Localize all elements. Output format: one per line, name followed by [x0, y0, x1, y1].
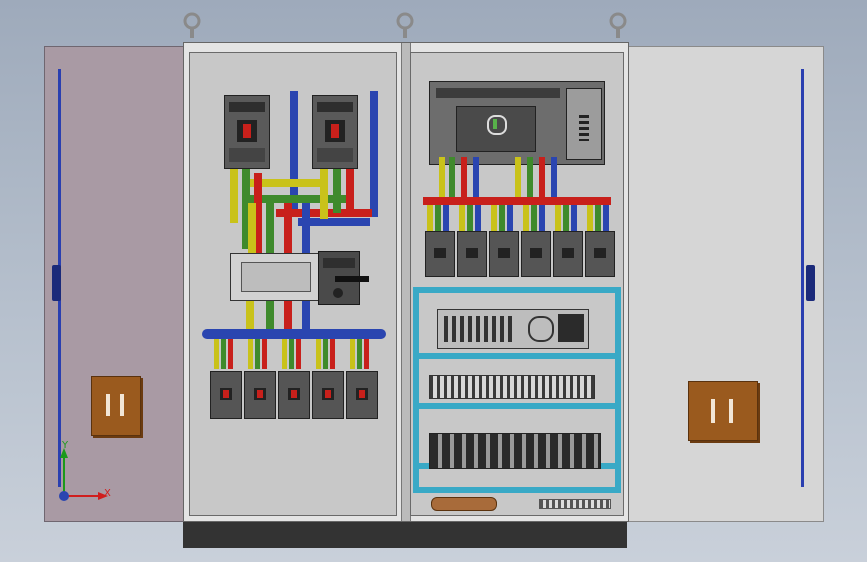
main-breaker-2[interactable]: [312, 95, 358, 169]
plc-controller[interactable]: [429, 81, 605, 165]
right-door-handle[interactable]: [688, 381, 758, 441]
transfer-switch-operator[interactable]: [318, 251, 369, 305]
lifting-eye-right: [609, 12, 627, 38]
right-door-latch[interactable]: [806, 265, 815, 301]
lifting-eye-center: [396, 12, 414, 38]
outlet-breaker[interactable]: [244, 371, 276, 419]
control-breaker[interactable]: [457, 231, 487, 277]
neutral-bar: [539, 499, 611, 509]
transfer-switch[interactable]: [230, 253, 320, 301]
control-breaker[interactable]: [521, 231, 551, 277]
outlet-breaker[interactable]: [346, 371, 378, 419]
relay-row: [429, 433, 601, 469]
control-breaker[interactable]: [553, 231, 583, 277]
terminal-block-row: [429, 375, 595, 399]
left-mount-plate: [189, 52, 397, 516]
control-breaker[interactable]: [489, 231, 519, 277]
right-door[interactable]: [626, 46, 824, 522]
right-door-hinge-rod: [801, 69, 804, 487]
din-rail: [413, 403, 621, 409]
control-breaker[interactable]: [425, 231, 455, 277]
axis-triad: Y X: [52, 440, 122, 506]
left-door-handle[interactable]: [91, 376, 141, 436]
main-breaker-1[interactable]: [224, 95, 270, 169]
outlet-breaker[interactable]: [312, 371, 344, 419]
control-breaker[interactable]: [585, 231, 615, 277]
din-rail: [413, 353, 621, 359]
outlet-breaker-row-left: [210, 371, 380, 419]
control-breaker-row: [425, 231, 615, 277]
cabinet-plinth: [183, 518, 627, 548]
control-module[interactable]: [437, 309, 589, 349]
x-axis-label: X: [104, 488, 111, 499]
left-door-latch[interactable]: [52, 265, 61, 301]
lifting-eye-left: [183, 12, 201, 38]
y-axis-label: Y: [62, 440, 69, 451]
outlet-breaker[interactable]: [278, 371, 310, 419]
outlet-breaker[interactable]: [210, 371, 242, 419]
ground-bar: [431, 497, 497, 511]
right-mount-plate: [410, 52, 624, 516]
